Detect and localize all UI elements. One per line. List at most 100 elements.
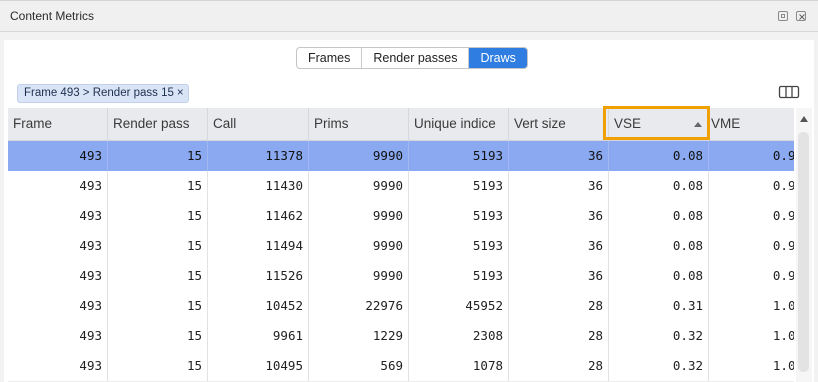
filter-chip: Frame 493 > Render pass 15 × (17, 84, 189, 103)
cell-vert-size: 28 (509, 291, 609, 321)
cell-vse: 0.31 (609, 291, 709, 321)
cell-render-pass: 15 (108, 291, 208, 321)
cell-call: 11430 (208, 171, 309, 201)
content-area: Frames Render passes Draws Frame 493 > R… (4, 40, 814, 382)
table-row[interactable]: 493151146299905193360.080.90 (8, 201, 794, 232)
cell-vme: 0.90 (709, 231, 794, 261)
cell-vse: 0.08 (609, 231, 709, 261)
cell-prims: 9990 (309, 201, 409, 231)
cell-render-pass: 15 (108, 261, 208, 291)
cell-frame: 493 (8, 351, 108, 381)
table-row[interactable]: 493151149499905193360.080.90 (8, 231, 794, 262)
cell-vme: 0.90 (709, 261, 794, 291)
float-window-icon[interactable] (778, 11, 788, 21)
cell-unique-indice: 5193 (409, 231, 509, 261)
cell-frame: 493 (8, 291, 108, 321)
cell-vert-size: 36 (509, 171, 609, 201)
cell-vert-size: 28 (509, 321, 609, 351)
cell-vert-size: 36 (509, 231, 609, 261)
panel-titlebar: Content Metrics (0, 1, 818, 32)
column-header-vert-size[interactable]: Vert size (509, 108, 609, 140)
filter-chip-label: Frame 493 > Render pass 15 (24, 87, 174, 99)
cell-render-pass: 15 (108, 141, 208, 171)
table-row[interactable]: 49315996112292308280.321.00 (8, 321, 794, 352)
cell-vert-size: 36 (509, 201, 609, 231)
cell-vse: 0.08 (609, 141, 709, 171)
cell-render-pass: 15 (108, 351, 208, 381)
cell-frame: 493 (8, 231, 108, 261)
cell-vert-size: 28 (509, 351, 609, 381)
tab-frames[interactable]: Frames (297, 48, 363, 68)
cell-call: 10452 (208, 291, 309, 321)
column-header-unique-indice[interactable]: Unique indice (409, 108, 509, 140)
vertical-scrollbar[interactable] (796, 108, 812, 382)
cell-call: 11526 (208, 261, 309, 291)
cell-prims: 9990 (309, 261, 409, 291)
column-header-frame[interactable]: Frame (8, 108, 108, 140)
cell-vert-size: 36 (509, 141, 609, 171)
cell-frame: 493 (8, 261, 108, 291)
close-icon[interactable] (796, 11, 806, 21)
cell-vse: 0.32 (609, 351, 709, 381)
column-header-call[interactable]: Call (208, 108, 309, 140)
cell-prims: 22976 (309, 291, 409, 321)
filter-chip-close-icon[interactable]: × (177, 87, 184, 99)
cell-frame: 493 (8, 201, 108, 231)
cell-vme: 0.90 (709, 201, 794, 231)
cell-unique-indice: 5193 (409, 171, 509, 201)
cell-call: 11494 (208, 231, 309, 261)
cell-vse: 0.08 (609, 201, 709, 231)
cell-prims: 569 (309, 351, 409, 381)
cell-unique-indice: 45952 (409, 291, 509, 321)
column-header-vse[interactable]: VSE (609, 108, 709, 140)
cell-prims: 9990 (309, 171, 409, 201)
cell-vme: 1.00 (709, 291, 794, 321)
cell-render-pass: 15 (108, 231, 208, 261)
cell-frame: 493 (8, 321, 108, 351)
tab-render-passes[interactable]: Render passes (362, 48, 470, 68)
table-row[interactable]: 49315104955691078280.321.00 (8, 351, 794, 382)
cell-call: 11378 (208, 141, 309, 171)
cell-render-pass: 15 (108, 201, 208, 231)
column-header-vse-label: VSE (614, 116, 642, 131)
view-tabs: Frames Render passes Draws (296, 47, 528, 69)
panel-title: Content Metrics (10, 9, 95, 23)
cell-prims: 1229 (309, 321, 409, 351)
cell-render-pass: 15 (108, 171, 208, 201)
cell-vme: 0.90 (709, 141, 794, 171)
cell-render-pass: 15 (108, 321, 208, 351)
cell-vme: 1.00 (709, 321, 794, 351)
table-row[interactable]: 493151137899905193360.080.90 (8, 141, 794, 172)
cell-prims: 9990 (309, 141, 409, 171)
cell-call: 10495 (208, 351, 309, 381)
column-header-render-pass[interactable]: Render pass (108, 108, 208, 140)
cell-prims: 9990 (309, 231, 409, 261)
cell-call: 11462 (208, 201, 309, 231)
cell-unique-indice: 2308 (409, 321, 509, 351)
cell-vme: 1.00 (709, 351, 794, 381)
table-row[interactable]: 493151143099905193360.080.90 (8, 171, 794, 202)
table-header: Frame Render pass Call Prims Unique indi… (8, 108, 794, 141)
cell-vse: 0.32 (609, 321, 709, 351)
sort-ascending-icon (694, 122, 702, 127)
column-header-vme[interactable]: VME (709, 108, 794, 140)
column-header-prims[interactable]: Prims (309, 108, 409, 140)
cell-unique-indice: 1078 (409, 351, 509, 381)
cell-frame: 493 (8, 171, 108, 201)
table-row[interactable]: 493151152699905193360.080.90 (8, 261, 794, 292)
cell-vme: 0.90 (709, 171, 794, 201)
draws-table: Frame Render pass Call Prims Unique indi… (8, 108, 794, 382)
scroll-up-arrow-icon[interactable] (800, 116, 808, 122)
table-row[interactable]: 49315104522297645952280.311.00 (8, 291, 794, 322)
columns-icon[interactable] (778, 85, 800, 99)
cell-call: 9961 (208, 321, 309, 351)
cell-unique-indice: 5193 (409, 201, 509, 231)
cell-vert-size: 36 (509, 261, 609, 291)
tab-draws[interactable]: Draws (469, 48, 527, 68)
cell-unique-indice: 5193 (409, 261, 509, 291)
cell-vse: 0.08 (609, 171, 709, 201)
cell-unique-indice: 5193 (409, 141, 509, 171)
cell-vse: 0.08 (609, 261, 709, 291)
scrollbar-thumb[interactable] (798, 132, 809, 372)
cell-frame: 493 (8, 141, 108, 171)
